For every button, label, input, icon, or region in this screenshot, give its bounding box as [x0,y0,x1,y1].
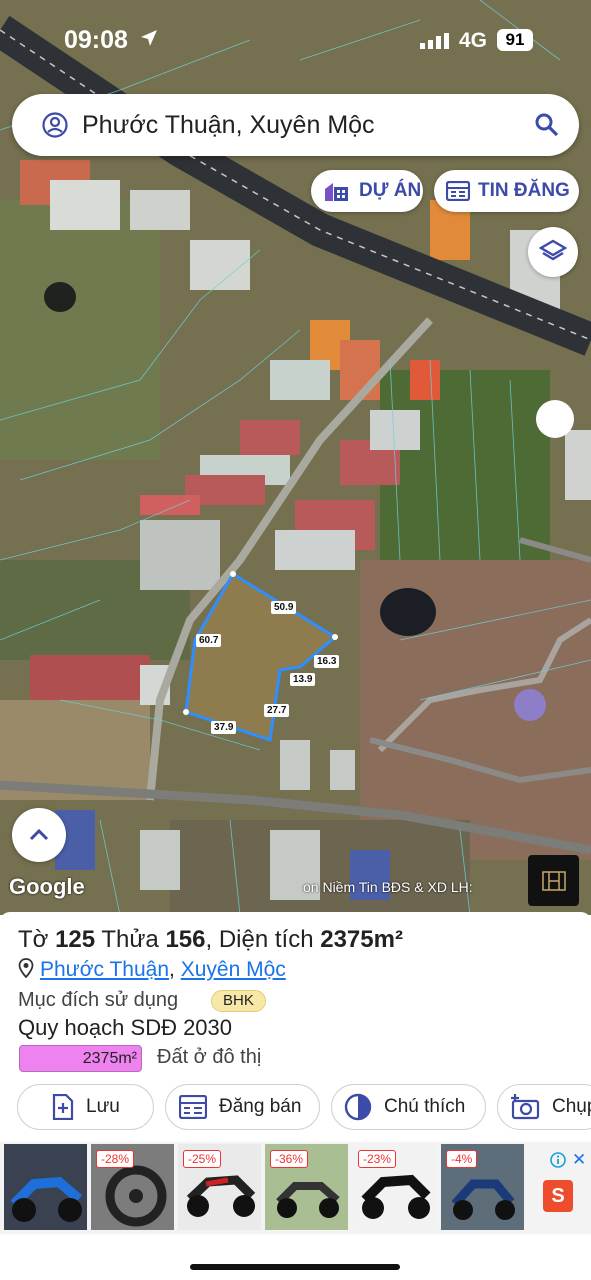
listing-icon [179,1095,207,1119]
ad-product[interactable] [4,1144,87,1230]
logo-icon [541,870,566,891]
app-screen: 50.9 60.7 16.3 13.9 27.7 37.9 09:08 4G 9… [0,0,591,1280]
layers-button[interactable] [528,227,578,277]
parcel-address: Phước Thuận, Xuyên Mộc [18,958,286,982]
legend-button[interactable]: Chú thích [331,1084,486,1130]
search-input[interactable]: Phước Thuận, Xuyên Mộc [82,111,375,140]
chevron-up-icon [29,828,49,841]
plan-description: Đất ở đô thị [157,1046,262,1068]
ad-product[interactable]: -23% [353,1144,436,1230]
expand-button[interactable] [12,808,66,862]
sheet-number-value: 125 [55,926,96,953]
post-sale-button-label: Đăng bán [219,1096,302,1117]
floating-handle[interactable] [536,400,574,438]
home-indicator [190,1264,400,1270]
district-link[interactable]: Xuyên Mộc [181,958,286,981]
signal-icon [420,33,449,49]
buildings-icon [325,183,348,201]
search-bar[interactable]: Phước Thuận, Xuyên Mộc [12,94,579,156]
listings-chip[interactable]: TIN ĐĂNG [434,170,579,212]
status-time: 09:08 [64,26,128,54]
action-buttons: Lưu Đăng bán Chú thích Chụ [0,1084,591,1132]
plot-edge-label: 37.9 [211,721,237,734]
layers-icon [539,239,567,261]
battery-indicator: 91 [497,29,533,51]
plot-edge-label: 13.9 [290,673,316,686]
projects-chip[interactable]: DỰ ÁN [311,170,423,212]
status-bar: 09:08 4G 91 [0,0,591,80]
plot-edge-label: 16.3 [314,655,340,668]
listings-chip-label: TIN ĐĂNG [478,180,570,201]
discount-badge: -28% [96,1150,135,1168]
capture-button[interactable]: Chụp [497,1084,591,1130]
parcel-label: Thửa [101,926,159,953]
ad-product[interactable]: -4% [441,1144,524,1230]
watermark-text: on Niềm Tin BĐS & XD LH: [303,879,473,895]
save-button-label: Lưu [86,1096,120,1117]
purpose-label: Mục đích sử dụng [18,989,179,1011]
parcel-info-sheet: Tờ 125 Thửa 156, Diện tích 2375m² Phước … [0,912,591,1280]
capture-button-label: Chụp [552,1096,591,1117]
discount-badge: -25% [183,1150,222,1168]
google-attribution: Google [9,874,85,899]
purpose-code-badge: BHK [211,990,266,1012]
legend-button-label: Chú thích [384,1096,466,1117]
search-icon[interactable] [534,112,560,138]
discount-badge: -36% [270,1150,309,1168]
parcel-title: Tờ 125 Thửa 156, Diện tích 2375m² [18,926,403,953]
contrast-icon [344,1093,372,1121]
listing-icon [446,181,470,201]
shopee-logo-icon: S [543,1180,573,1212]
discount-badge: -23% [358,1150,397,1168]
user-icon[interactable] [42,112,68,138]
ad-product[interactable]: -25% [178,1144,261,1230]
camera-plus-icon [511,1094,540,1120]
location-pin-icon [18,958,34,979]
discount-badge: -4% [446,1150,478,1168]
ad-product[interactable]: -28% [91,1144,174,1230]
agency-logo [528,855,579,906]
plan-title: Quy hoạch SDĐ 2030 [18,1015,233,1040]
plot-edge-label: 60.7 [196,634,222,647]
ad-close-icon[interactable]: ✕ [572,1150,586,1170]
area-label: Diện tích [218,926,314,953]
projects-chip-label: DỰ ÁN [359,180,422,201]
parcel-number-value: 156 [165,926,206,953]
ad-info-icon[interactable] [550,1152,566,1168]
plot-edge-label: 50.9 [271,601,297,614]
ad-banner[interactable]: -28% -25% -36% -23% -4% ✕ S [0,1142,591,1234]
plot-edge-label: 27.7 [264,704,290,717]
area-value: 2375m² [320,926,403,953]
ward-link[interactable]: Phước Thuận [40,958,169,981]
motorbike-image [4,1144,87,1230]
post-sale-button[interactable]: Đăng bán [165,1084,320,1130]
bookmark-plus-icon [52,1094,74,1120]
network-type: 4G [459,29,488,52]
plan-area-swatch: 2375m² [19,1045,142,1072]
location-arrow-icon [141,30,157,46]
save-button[interactable]: Lưu [17,1084,154,1130]
address-separator: , [169,958,175,981]
satellite-map[interactable]: 50.9 60.7 16.3 13.9 27.7 37.9 09:08 4G 9… [0,0,591,915]
sheet-label: Tờ [18,926,49,953]
ad-product[interactable]: -36% [265,1144,348,1230]
